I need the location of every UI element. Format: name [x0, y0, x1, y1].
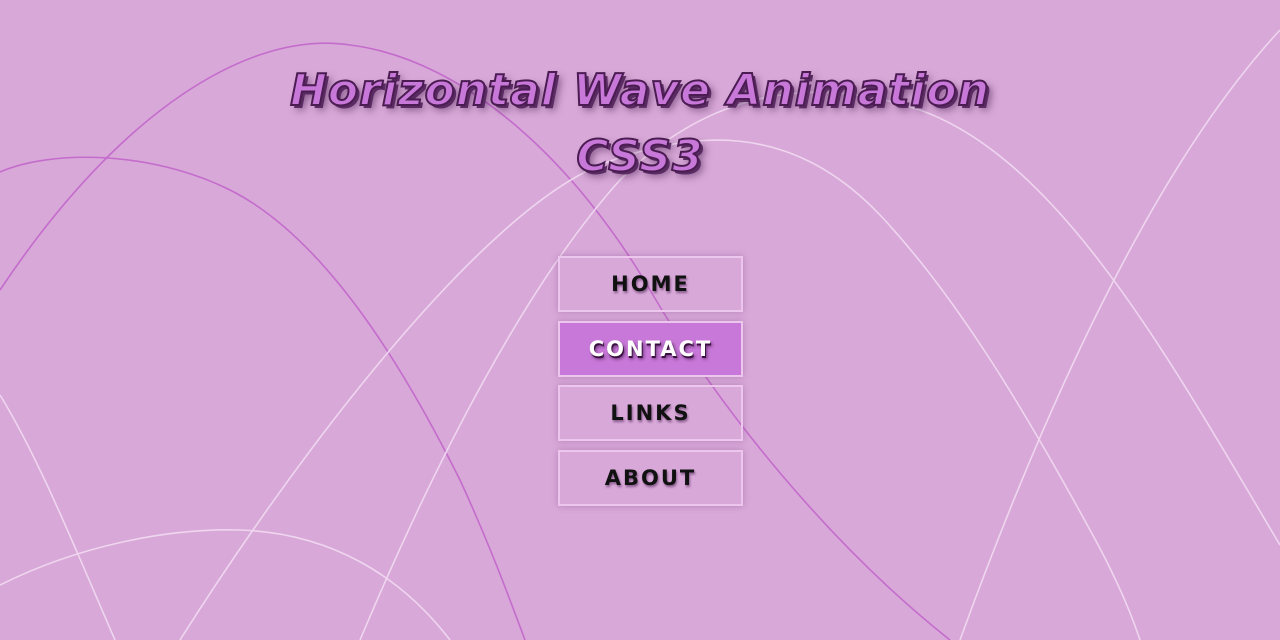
nav-links-button[interactable]: LINKS [558, 385, 743, 441]
page-title: Horizontal Wave Animation CSS3 [140, 58, 1140, 190]
main-nav: HOME CONTACT LINKS ABOUT [558, 256, 743, 514]
page-title-line-2: CSS3 [575, 130, 704, 183]
nav-home-button[interactable]: HOME [558, 256, 743, 312]
nav-about-label: ABOUT [604, 465, 697, 490]
nav-about-button[interactable]: ABOUT [558, 449, 743, 506]
wave-line [0, 394, 116, 640]
page-title-line-1: Horizontal Wave Animation [289, 64, 990, 117]
wave-line [0, 529, 451, 640]
wave-line [0, 156, 526, 640]
nav-contact-button[interactable]: CONTACT [558, 320, 743, 377]
nav-links-label: LINKS [610, 401, 691, 425]
nav-contact-label: CONTACT [588, 336, 713, 361]
nav-home-label: HOME [611, 272, 690, 296]
